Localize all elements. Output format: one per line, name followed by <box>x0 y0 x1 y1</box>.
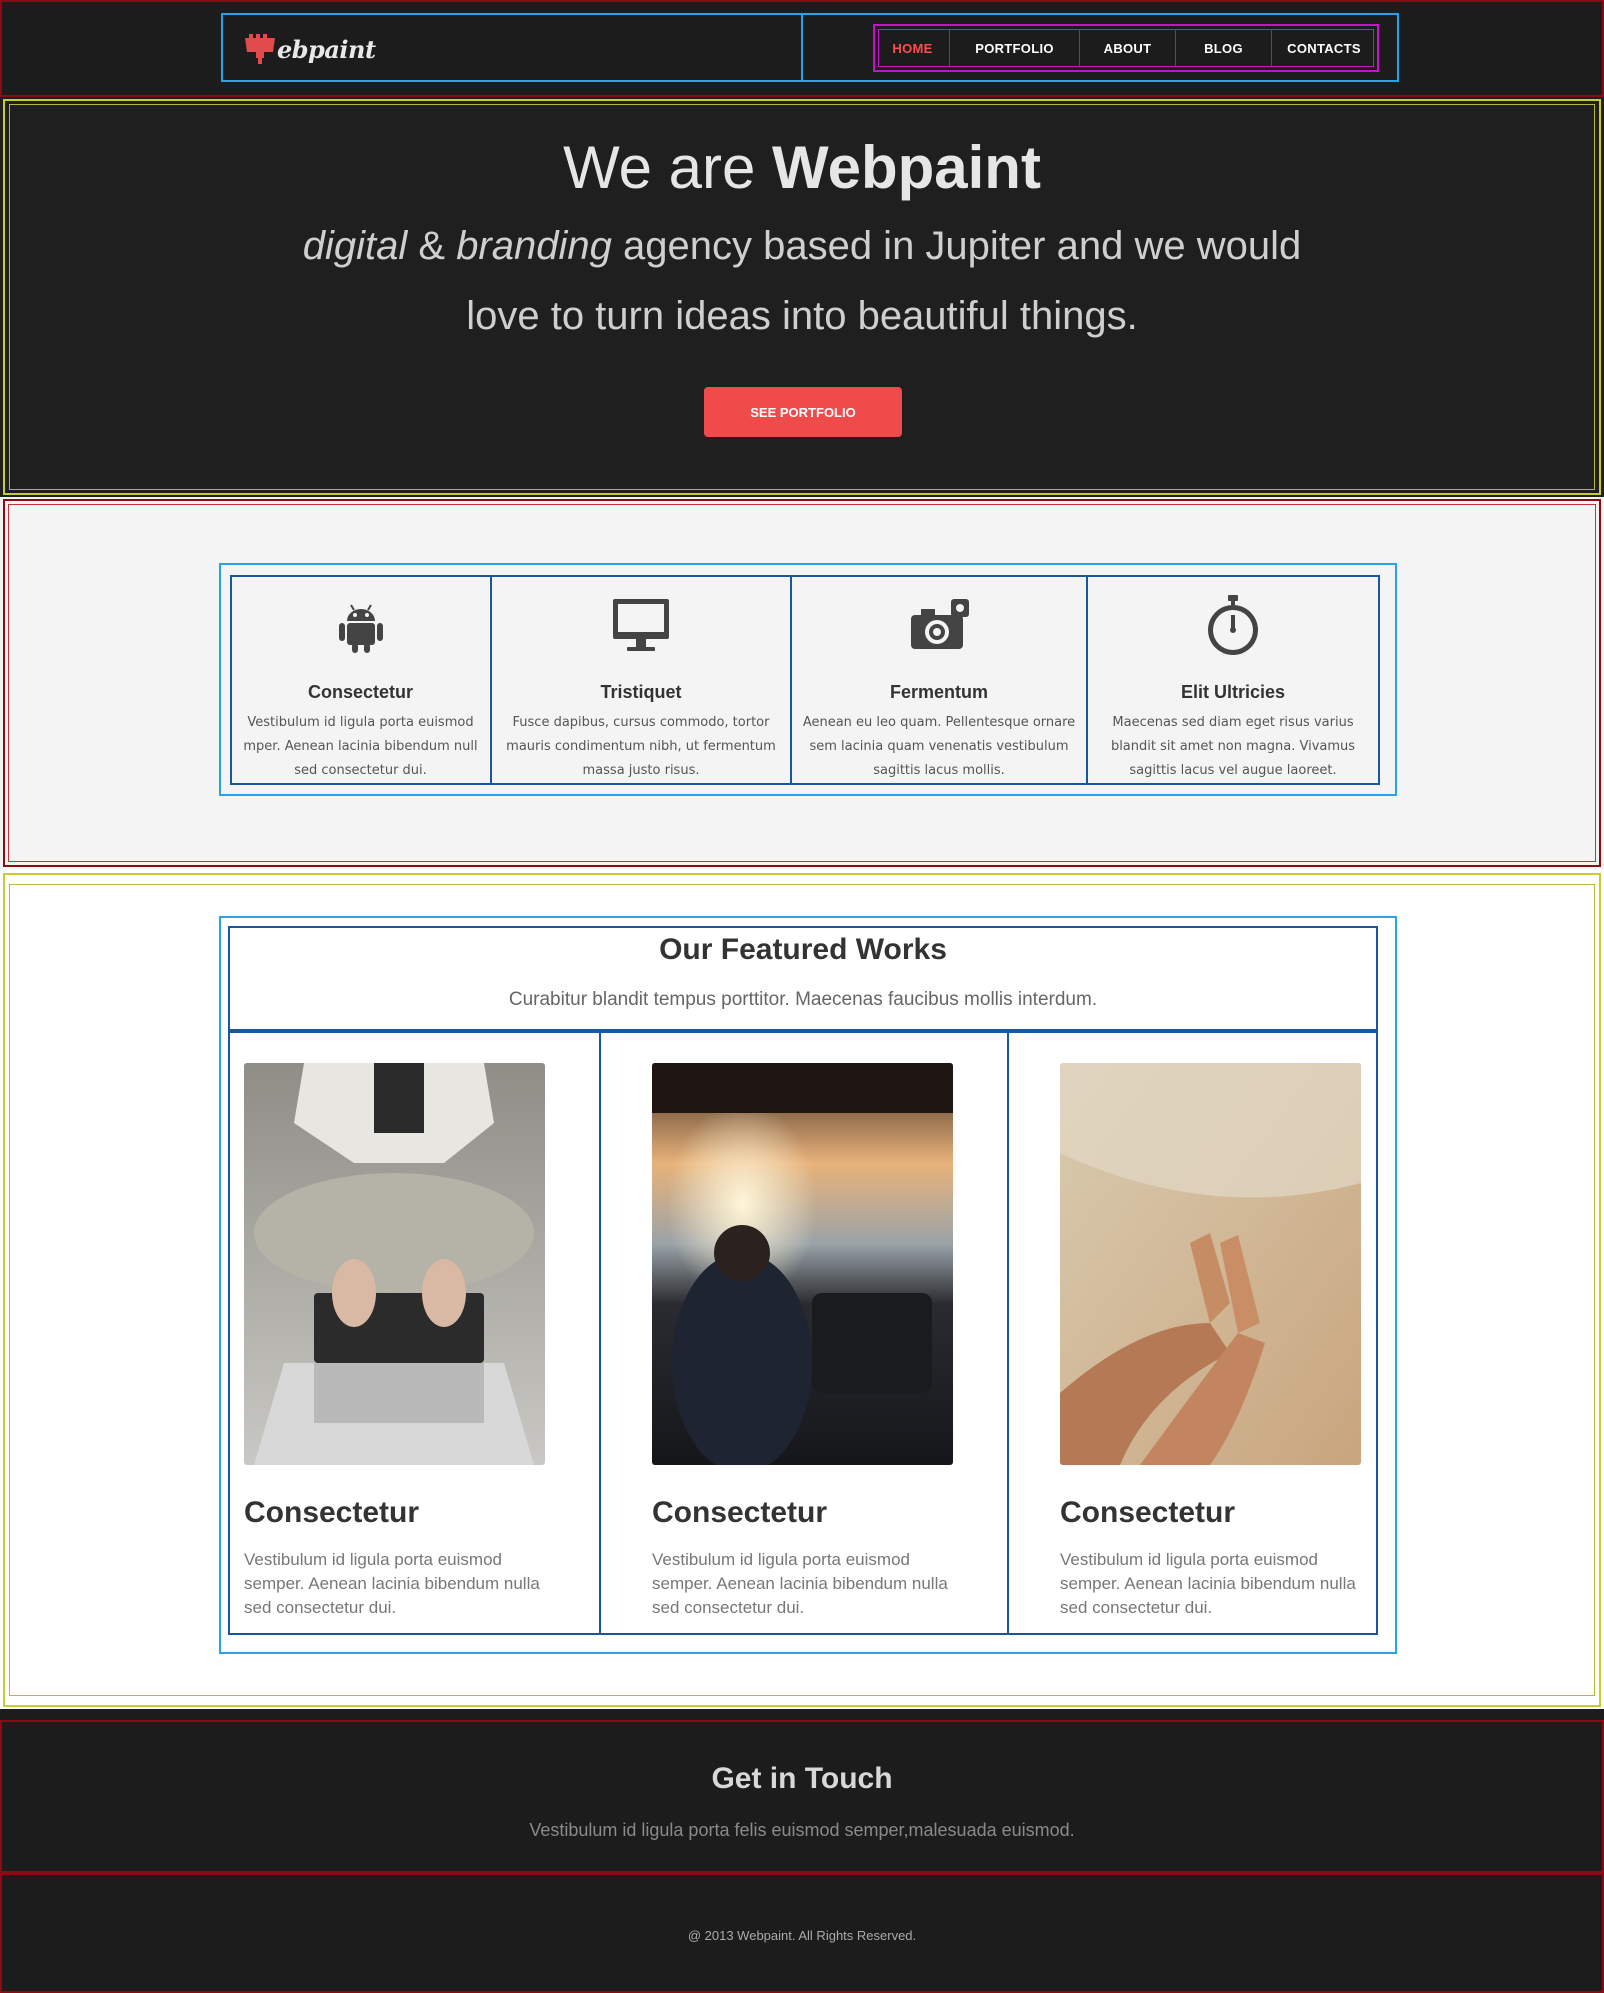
monitor-icon <box>613 599 669 651</box>
hero-sub-amp: & <box>407 224 457 268</box>
service-title: Fermentum <box>889 682 988 702</box>
contact-text: Vestibulum id ligula porta felis euismod… <box>529 1820 1075 1840</box>
featured-title: Our Featured Works <box>659 933 947 966</box>
service-text: Vestibulum id ligula porta euismod mper.… <box>243 715 478 778</box>
work-card-title: Consectetur <box>244 1496 420 1529</box>
beach-legs-photo[interactable] <box>1060 1063 1361 1465</box>
site-footer: @ 2013 Webpaint. All Rights Reserved. <box>0 1873 1604 1993</box>
main-nav: HOME PORTFOLIO ABOUT BLOG CONTACTS <box>876 27 1376 69</box>
work-card-text: Vestibulum id ligula porta euismod sempe… <box>652 1550 948 1617</box>
contact-title: Get in Touch <box>711 1762 893 1795</box>
nav-blog[interactable]: BLOG <box>1176 29 1272 67</box>
service-text: Fusce dapibus, cursus commodo, tortor ma… <box>506 715 776 778</box>
hero-sub-branding: branding <box>456 224 612 268</box>
service-text: Maecenas sed diam eget risus varius blan… <box>1110 715 1356 778</box>
nav-contacts[interactable]: CONTACTS <box>1272 29 1376 67</box>
work-card[interactable]: Consectetur Vestibulum id ligula porta e… <box>228 1032 599 1635</box>
service-item: Tristiquet Fusce dapibus, cursus commodo… <box>491 577 791 783</box>
contact-section: Get in Touch Vestibulum id ligula porta … <box>0 1720 1604 1872</box>
featured-works-section: Our Featured Works Curabitur blandit tem… <box>0 869 1604 1709</box>
work-card[interactable]: Consectetur Vestibulum id ligula porta e… <box>600 1032 1007 1635</box>
logo[interactable]: ebpaint <box>243 32 376 66</box>
work-card-text: Vestibulum id ligula porta euismod sempe… <box>1060 1550 1356 1617</box>
hero-title: We are Webpaint <box>0 133 1604 202</box>
logo-text: ebpaint <box>277 34 376 64</box>
hero-section: We are Webpaint digital & branding agenc… <box>0 97 1604 497</box>
service-item: Fermentum Aenean eu leo quam. Pellentesq… <box>791 577 1087 783</box>
camera-icon <box>911 599 969 649</box>
work-card-title: Consectetur <box>1060 1496 1236 1529</box>
hero-sub-rest-1: agency based in Jupiter and we would <box>611 224 1302 268</box>
stopwatch-icon <box>1208 595 1258 655</box>
service-title: Elit Ultricies <box>1180 682 1286 702</box>
nav-portfolio[interactable]: PORTFOLIO <box>950 29 1080 67</box>
laptop-photo[interactable] <box>244 1063 545 1465</box>
paint-brush-logo-icon <box>245 34 275 64</box>
service-title: Tristiquet <box>600 682 682 702</box>
android-icon <box>338 604 383 653</box>
hero-sub-digital: digital <box>302 224 408 268</box>
hero-title-prefix: We are <box>563 134 773 201</box>
work-card-title: Consectetur <box>652 1496 828 1529</box>
car-photo[interactable] <box>652 1063 953 1465</box>
featured-subtitle: Curabitur blandit tempus porttitor. Maec… <box>508 989 1098 1010</box>
services-section: Consectetur Vestibulum id ligula porta e… <box>0 497 1604 869</box>
nav-about[interactable]: ABOUT <box>1080 29 1176 67</box>
nav-home[interactable]: HOME <box>876 29 950 67</box>
service-text: Aenean eu leo quam. Pellentesque ornare … <box>802 715 1076 778</box>
featured-header: Our Featured Works Curabitur blandit tem… <box>228 927 1378 1030</box>
work-card[interactable]: Consectetur Vestibulum id ligula porta e… <box>1008 1032 1378 1635</box>
site-header: ebpaint HOME PORTFOLIO ABOUT BLOG CONTAC… <box>0 0 1604 97</box>
service-item: Elit Ultricies Maecenas sed diam eget ri… <box>1087 577 1379 783</box>
copyright-text: @ 2013 Webpaint. All Rights Reserved. <box>687 1928 917 1943</box>
see-portfolio-button[interactable]: SEE PORTFOLIO <box>704 387 902 437</box>
work-card-text: Vestibulum id ligula porta euismod sempe… <box>244 1550 540 1617</box>
service-item: Consectetur Vestibulum id ligula porta e… <box>230 577 491 783</box>
service-title: Consectetur <box>307 682 414 702</box>
hero-title-brand: Webpaint <box>772 134 1041 201</box>
hero-sub-rest-2: love to turn ideas into beautiful things… <box>466 294 1138 338</box>
hero-subtitle: digital & branding agency based in Jupit… <box>230 211 1374 351</box>
